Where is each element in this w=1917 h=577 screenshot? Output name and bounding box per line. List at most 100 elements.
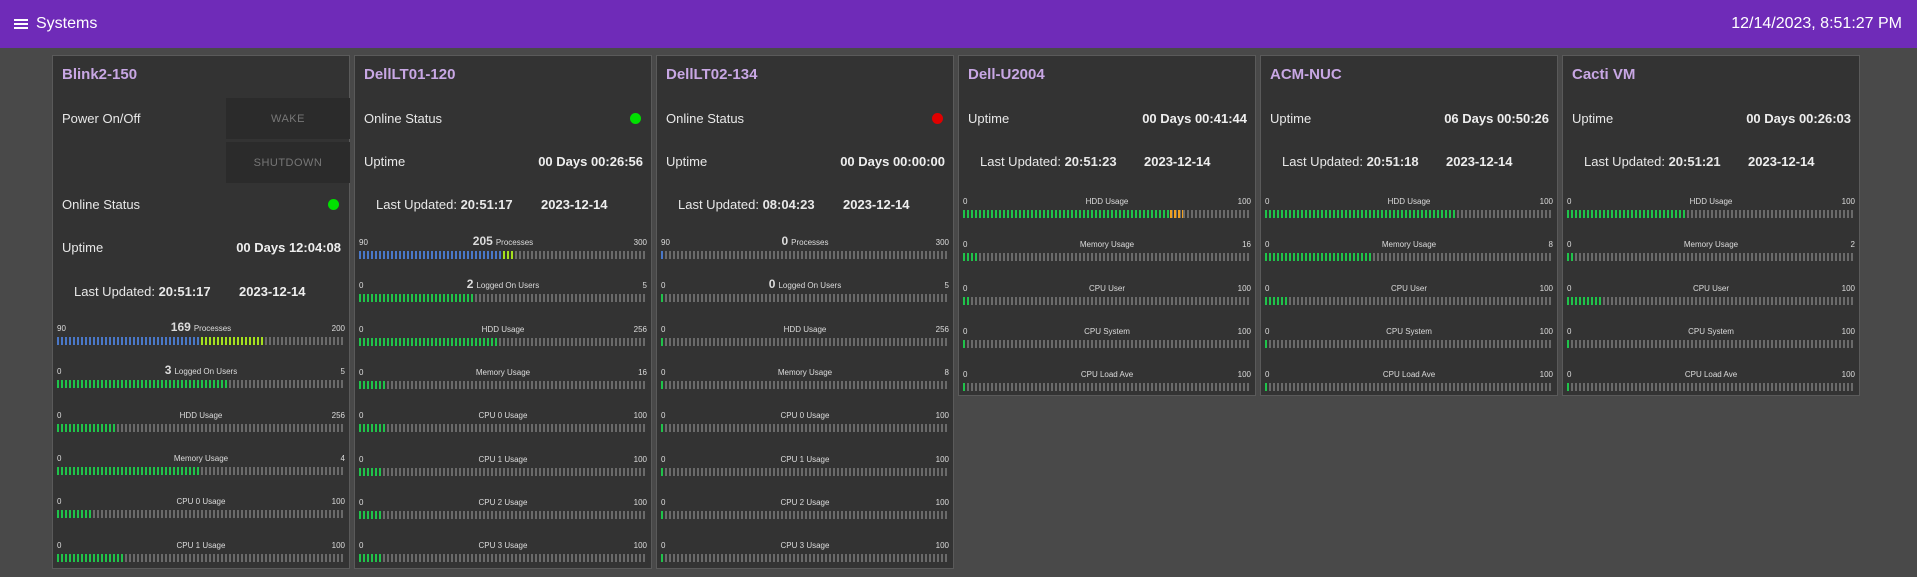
gauge-max: 100	[1237, 197, 1251, 206]
gauge-fill	[1567, 339, 1571, 348]
gauge-fill	[1265, 339, 1269, 348]
gauge-label: Memory Usage	[1381, 240, 1437, 250]
gauge-max: 200	[331, 324, 345, 333]
gauge-fill	[963, 253, 979, 262]
gauge-max: 8	[944, 367, 949, 377]
gauge-label: HDD Usage	[1085, 197, 1129, 206]
gauge-title: CPU User	[963, 284, 1251, 293]
wake-button[interactable]: WAKE	[226, 98, 350, 139]
last-updated-date: 2023-12-14	[541, 197, 608, 212]
gauge-title: CPU 0 Usage	[661, 411, 949, 420]
cpu-user-gauge: 0 CPU User 100	[1265, 284, 1553, 308]
uptime-label: Uptime	[364, 154, 406, 169]
gauge-track	[1265, 210, 1553, 218]
processes-gauge: 90 169 Processes 200	[57, 320, 345, 348]
online-status-indicator	[630, 113, 641, 124]
gauge-fill	[963, 296, 971, 305]
last-updated: Last Updated: 20:51:21	[1584, 154, 1721, 169]
uptime-label: Uptime	[666, 154, 708, 169]
gauge-track	[359, 510, 647, 519]
gauge-title: Memory Usage	[661, 368, 949, 377]
gauge-title: CPU Load Ave	[1567, 370, 1855, 379]
gauge-label: Processes	[791, 238, 829, 247]
gauge-label: CPU Load Ave	[1382, 370, 1436, 380]
gauge-track	[1567, 253, 1855, 262]
gauge-fill	[1567, 253, 1575, 262]
logged-on-users-gauge: 0 2 Logged On Users 5	[359, 277, 647, 305]
gauge-max: 300	[633, 238, 647, 247]
gauge-fill	[57, 380, 229, 389]
last-updated-time: 20:51:23	[1064, 154, 1117, 169]
last-updated: Last Updated: 20:51:17	[74, 284, 211, 299]
system-card-delllt01-120: DellLT01-120 Online Status Uptime 00 Day…	[354, 55, 652, 569]
gauge-max: 100	[935, 497, 949, 507]
hdd-usage-gauge: 0 HDD Usage 100	[1567, 197, 1855, 221]
gauge-fill	[661, 294, 665, 303]
online-status-indicator	[932, 113, 943, 124]
uptime-label: Uptime	[968, 111, 1010, 126]
memory-usage-gauge: 0 Memory Usage 4	[57, 454, 345, 478]
online-status-label: Online Status	[364, 111, 443, 126]
processes-gauge: 90 205 Processes 300	[359, 234, 647, 262]
gauge-title: Memory Usage	[359, 368, 647, 377]
gauge-track	[57, 553, 345, 562]
gauge-track	[359, 467, 647, 476]
gauge-track	[359, 294, 647, 303]
gauge-title: CPU 3 Usage	[359, 541, 647, 550]
gauge-title: 205 Processes	[359, 234, 647, 248]
gauge-title: CPU 3 Usage	[661, 541, 949, 550]
gauge-label: CPU User	[1390, 283, 1427, 293]
gauge-fill	[661, 251, 665, 259]
gauge-label: Processes	[193, 324, 232, 333]
gauge-label: CPU Load Ave	[1080, 370, 1134, 380]
memory-usage-gauge: 0 Memory Usage 8	[1265, 240, 1553, 264]
gauge-fill	[661, 467, 665, 476]
last-updated-label: Last Updated:	[678, 197, 759, 212]
uptime-value: 00 Days 00:00:00	[840, 154, 945, 169]
gauge-label: CPU 2 Usage	[780, 497, 830, 507]
hdd-usage-gauge: 0 HDD Usage 100	[1265, 197, 1553, 221]
gauge-track	[1265, 296, 1553, 305]
gauge-fill	[359, 510, 383, 519]
gauge-max: 100	[633, 497, 647, 507]
system-card-acm-nuc: ACM-NUC Uptime 06 Days 00:50:26 Last Upd…	[1260, 55, 1558, 396]
online-status-indicator	[328, 199, 339, 210]
gauge-title: CPU 1 Usage	[57, 541, 345, 550]
gauge-label: CPU 1 Usage	[176, 540, 226, 550]
gauge-label: Memory Usage	[1683, 240, 1739, 250]
uptime-value: 00 Days 00:26:56	[538, 154, 643, 169]
last-updated-date: 2023-12-14	[1446, 154, 1513, 169]
gauge-label: Logged On Users	[174, 367, 238, 377]
gauge-label: HDD Usage	[179, 410, 223, 420]
system-card-cacti-vm: Cacti VM Uptime 00 Days 00:26:03 Last Up…	[1562, 55, 1860, 396]
gauge-title: CPU 2 Usage	[661, 498, 949, 507]
gauge-title: Memory Usage	[1265, 240, 1553, 249]
gauge-fill	[359, 380, 387, 389]
uptime-value: 00 Days 00:41:44	[1142, 111, 1247, 126]
gauge-title: Memory Usage	[1567, 240, 1855, 249]
gauge-fill	[1567, 383, 1571, 392]
uptime-value: 00 Days 00:26:03	[1746, 111, 1851, 126]
gauge-track	[1265, 339, 1553, 348]
gauge-fill-warn	[1170, 210, 1183, 218]
gauge-title: HDD Usage	[1567, 197, 1855, 206]
gauge-title: CPU User	[1265, 284, 1553, 293]
last-updated-date: 2023-12-14	[1748, 154, 1815, 169]
cpu-1-usage-gauge: 0 CPU 1 Usage 100	[661, 455, 949, 479]
last-updated-label: Last Updated:	[1282, 154, 1363, 169]
hdd-usage-gauge: 0 HDD Usage 256	[57, 411, 345, 435]
gauge-title: CPU System	[963, 327, 1251, 336]
gauge-label: Memory Usage	[475, 367, 531, 377]
gauge-max: 100	[331, 540, 345, 550]
gauge-fill	[1265, 383, 1269, 392]
gauge-max: 100	[1841, 370, 1855, 380]
hamburger-menu-icon[interactable]	[14, 18, 28, 30]
shutdown-button[interactable]: SHUTDOWN	[226, 142, 350, 183]
gauge-fill	[1567, 296, 1603, 305]
gauge-label: CPU 0 Usage	[478, 411, 528, 421]
gauge-max: 100	[633, 541, 647, 551]
uptime-value: 00 Days 12:04:08	[236, 240, 341, 255]
gauge-title: CPU Load Ave	[963, 370, 1251, 379]
logged-on-users-gauge: 0 0 Logged On Users 5	[661, 277, 949, 305]
gauge-track	[1567, 383, 1855, 392]
